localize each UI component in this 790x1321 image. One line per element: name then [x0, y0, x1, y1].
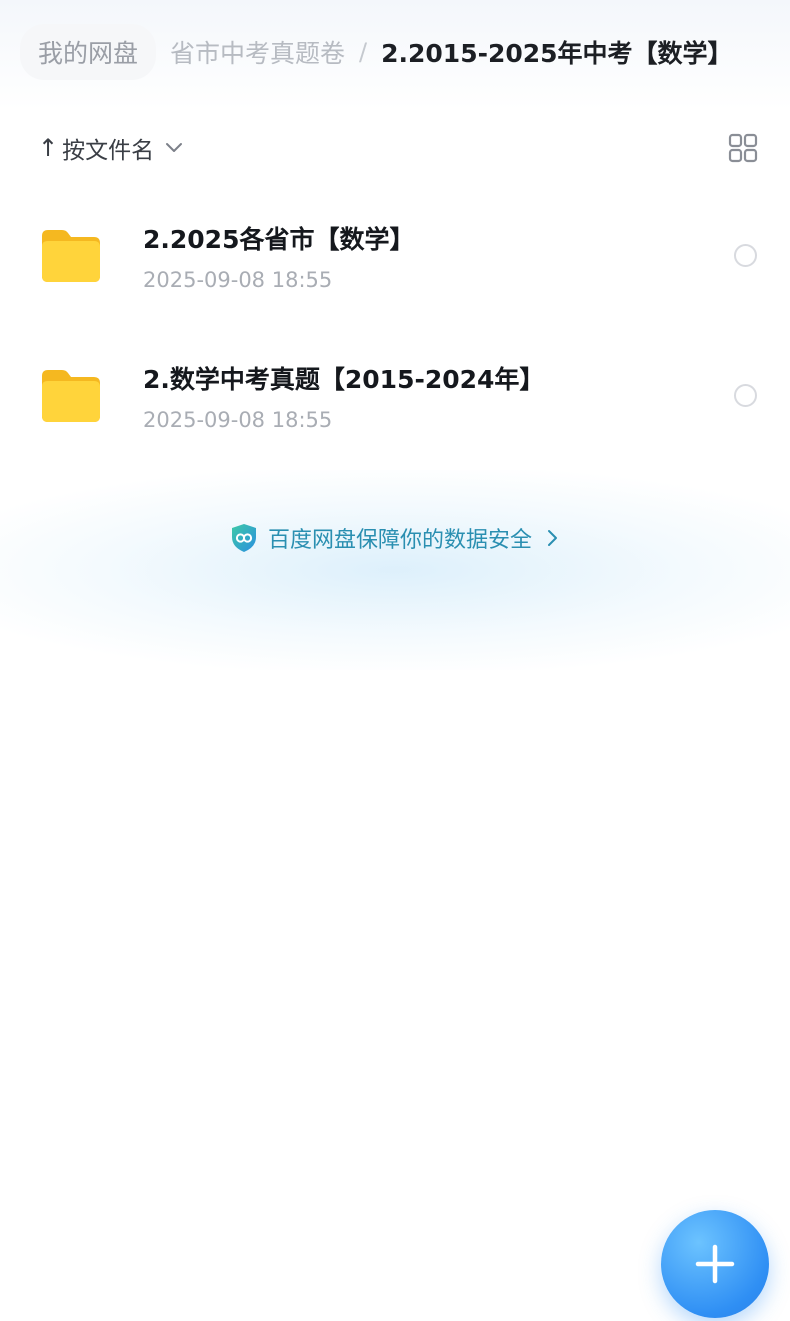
breadcrumb-separator: /: [359, 38, 368, 66]
sort-toolbar: ↑ 按文件名: [38, 128, 758, 168]
file-name: 2.数学中考真题【2015-2024年】: [143, 365, 545, 394]
background-haze: [0, 470, 790, 670]
file-browser-page: 我的网盘 省市中考真题卷 / 2.2015-2025年中考【数学】 ↑ 按文件名: [0, 0, 790, 1321]
chevron-down-icon: [164, 141, 184, 155]
shield-icon: [230, 523, 258, 553]
file-date: 2025-09-08 18:55: [143, 408, 333, 432]
select-checkbox[interactable]: [734, 384, 757, 407]
chevron-right-icon: [546, 528, 560, 548]
breadcrumb-middle[interactable]: 省市中考真题卷: [170, 34, 345, 70]
file-date: 2025-09-08 18:55: [143, 268, 333, 292]
file-name: 2.2025各省市【数学】: [143, 225, 415, 254]
add-button[interactable]: [661, 1210, 769, 1318]
folder-icon: [40, 226, 102, 288]
breadcrumb: 我的网盘 省市中考真题卷 / 2.2015-2025年中考【数学】: [0, 22, 790, 82]
list-item[interactable]: 2.数学中考真题【2015-2024年】 2025-09-08 18:55: [0, 338, 790, 458]
security-notice-link[interactable]: 百度网盘保障你的数据安全: [0, 520, 790, 556]
breadcrumb-current: 2.2015-2025年中考【数学】: [381, 39, 733, 68]
security-notice-text: 百度网盘保障你的数据安全: [267, 528, 532, 553]
select-checkbox[interactable]: [734, 244, 757, 267]
sort-label: 按文件名: [62, 138, 155, 164]
sort-button[interactable]: ↑ 按文件名: [38, 131, 184, 165]
grid-view-icon[interactable]: [728, 133, 758, 163]
breadcrumb-root[interactable]: 我的网盘: [20, 24, 157, 80]
plus-icon: [695, 1244, 735, 1284]
sort-direction-arrow: ↑: [38, 134, 59, 162]
list-item[interactable]: 2.2025各省市【数学】 2025-09-08 18:55: [0, 198, 790, 318]
folder-icon: [40, 366, 102, 428]
